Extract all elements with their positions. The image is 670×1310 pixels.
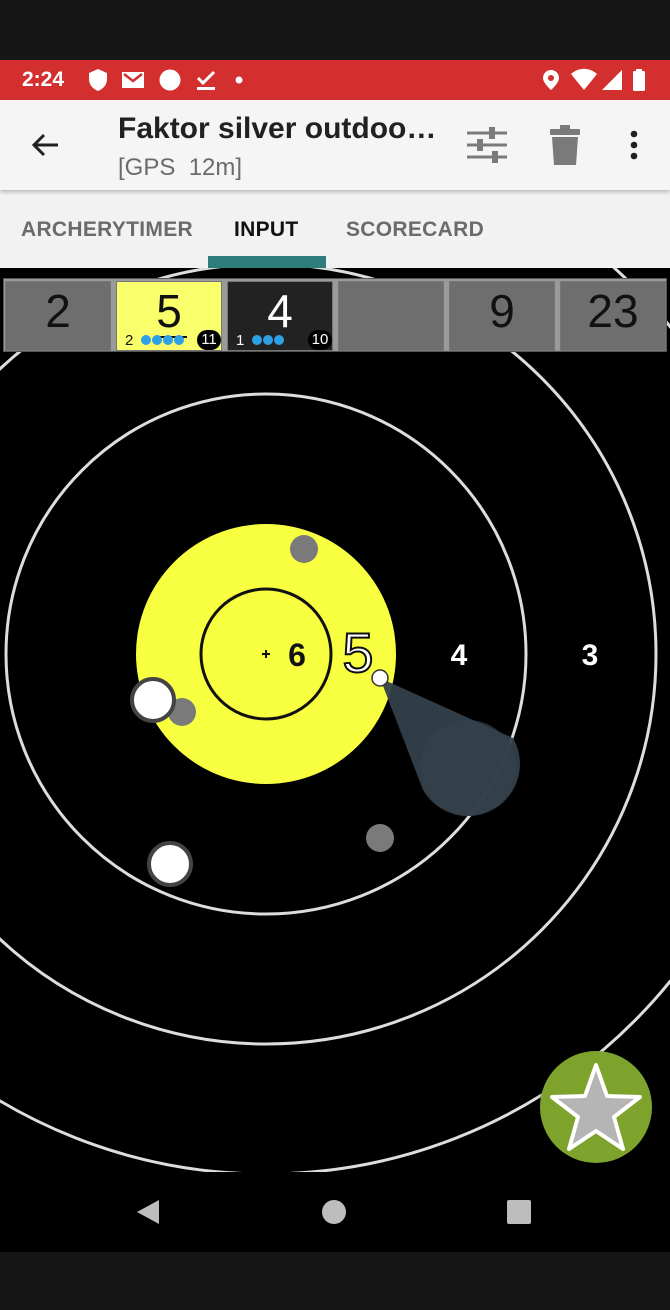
score-cell[interactable]: 23 <box>560 281 666 351</box>
signal-icon <box>602 70 622 90</box>
status-time: 2:24 <box>22 68 65 91</box>
ring-label-4: 4 <box>451 639 468 672</box>
score-bar: 2 5 2 11 4 1 10 9 23 <box>3 278 667 352</box>
app-bar: Faktor silver outdoo… [GPS 12m] <box>0 100 670 190</box>
wifi-icon <box>571 68 597 90</box>
target-face[interactable]: 6 4 3 5 2 5 2 11 4 1 10 9 23 <box>0 268 670 1172</box>
arrow-dots <box>141 335 184 345</box>
nav-back-button[interactable] <box>130 1194 166 1230</box>
target-rings[interactable]: 6 4 3 5 <box>0 268 670 1172</box>
arrow-hit-current[interactable] <box>130 677 176 723</box>
ring-label-6: 6 <box>288 637 306 673</box>
tab-input[interactable]: INPUT <box>234 218 299 242</box>
back-triangle-icon <box>137 1200 159 1224</box>
score-value: 9 <box>489 285 515 337</box>
arrow-hit-marker <box>366 824 394 852</box>
score-cell-selected[interactable]: 5 2 11 <box>116 281 222 351</box>
battery-icon <box>633 69 645 91</box>
arrow-hit-current[interactable] <box>147 841 193 887</box>
magnifier-value: 5 <box>342 621 373 684</box>
gmail-icon <box>122 72 144 88</box>
delete-button[interactable] <box>540 120 590 170</box>
drag-point[interactable] <box>371 669 389 687</box>
more-vert-icon <box>630 130 638 160</box>
app-title: Faktor silver outdoo… <box>118 112 437 145</box>
shield-icon <box>89 69 107 91</box>
trash-icon <box>550 125 580 165</box>
ring-label-3: 3 <box>582 639 599 672</box>
nav-recents-button[interactable] <box>501 1194 537 1230</box>
drag-handle[interactable] <box>420 720 516 816</box>
score-value: 2 <box>45 285 71 337</box>
arrow-hit-marker <box>290 535 318 563</box>
arrow-dots <box>252 335 284 345</box>
more-options-button[interactable] <box>609 120 659 170</box>
score-badge: 10 <box>308 330 332 350</box>
tab-indicator <box>208 256 326 268</box>
arrow-count: 2 <box>125 332 134 349</box>
dot-icon <box>235 76 243 84</box>
nav-home-button[interactable] <box>316 1194 352 1230</box>
tab-scorecard[interactable]: SCORECARD <box>346 218 484 242</box>
device-bottom-band <box>0 1252 670 1310</box>
location-icon <box>543 70 559 90</box>
tab-archerytimer[interactable]: ARCHERYTIMER <box>21 218 193 242</box>
score-badge: 11 <box>197 330 221 350</box>
circle-icon <box>159 69 181 91</box>
score-value: 23 <box>587 285 639 337</box>
check-icon <box>196 70 216 90</box>
navigation-bar <box>0 1172 670 1252</box>
star-icon <box>550 1063 642 1151</box>
sliders-icon <box>467 127 507 163</box>
device-top-band <box>0 0 670 60</box>
recents-square-icon <box>507 1200 531 1224</box>
score-cell[interactable]: 2 <box>5 281 111 351</box>
favorite-fab[interactable] <box>540 1051 652 1163</box>
score-cell[interactable]: 4 1 10 <box>227 281 333 351</box>
back-arrow-icon <box>31 133 58 157</box>
home-circle-icon <box>322 1200 346 1224</box>
arrow-count: 1 <box>236 332 245 349</box>
status-bar: 2:24 <box>0 60 670 100</box>
score-cell[interactable] <box>338 281 444 351</box>
settings-button[interactable] <box>462 120 512 170</box>
back-button[interactable] <box>20 120 70 170</box>
app-subtitle: [GPS 12m] <box>118 154 243 181</box>
tab-bar: ARCHERYTIMER INPUT SCORECARD <box>0 190 670 268</box>
score-cell[interactable]: 9 <box>449 281 555 351</box>
